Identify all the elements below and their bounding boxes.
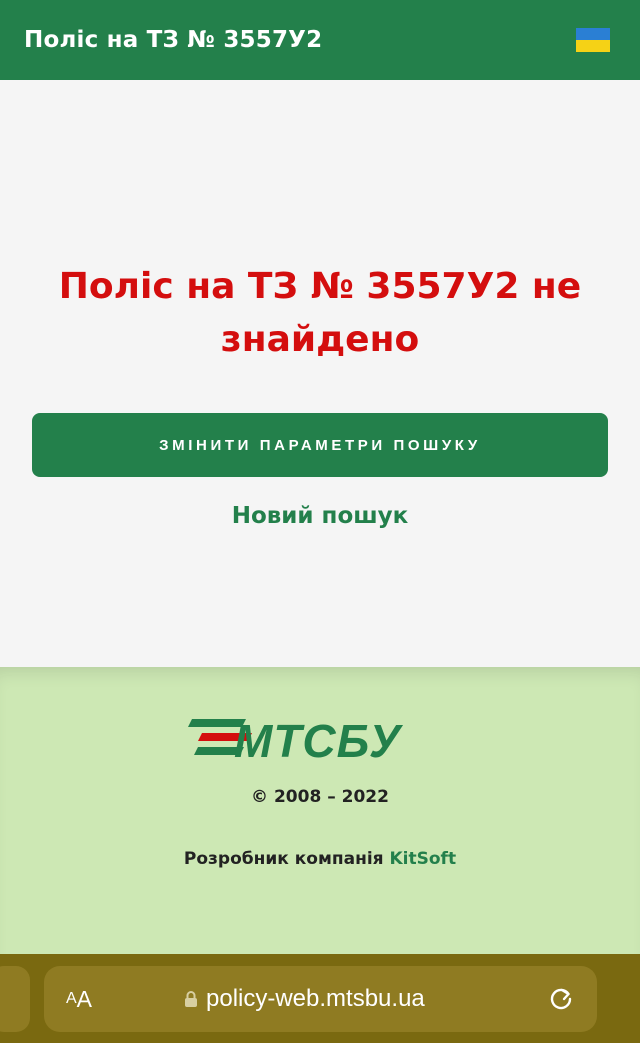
footer: МТСБУ © 2008 – 2022 Розробник компанія K… [0,667,640,954]
main-content: Поліс на ТЗ № 3557У2 не знайдено ЗМІНИТИ… [0,80,640,667]
reload-icon[interactable] [547,985,575,1013]
new-search-link[interactable]: Новий пошук [0,503,640,529]
developer-link[interactable]: KitSoft [390,849,457,869]
ukraine-flag-icon[interactable] [576,28,610,52]
url-display: policy-web.mtsbu.ua [184,966,425,1032]
lock-icon [185,991,197,1007]
logo-text: МТСБУ [234,715,404,765]
app-header: Поліс на ТЗ № 3557У2 [0,0,640,80]
copyright: © 2008 – 2022 [251,787,389,807]
developer-credit: Розробник компанія KitSoft [0,849,640,869]
url-text: policy-web.mtsbu.ua [206,985,425,1012]
mtsbu-logo[interactable]: МТСБУ [188,713,452,765]
url-field[interactable]: AA policy-web.mtsbu.ua [44,966,597,1032]
page-title: Поліс на ТЗ № 3557У2 [24,27,323,53]
change-search-params-button[interactable]: ЗМІНИТИ ПАРАМЕТРИ ПОШУКУ [32,413,608,477]
previous-tab[interactable] [0,966,30,1032]
developer-prefix: Розробник компанія [183,849,384,869]
not-found-message: Поліс на ТЗ № 3557У2 не знайдено [58,266,582,360]
text-size-button[interactable]: AA [66,966,92,1032]
browser-address-bar: AA policy-web.mtsbu.ua [0,954,640,1043]
